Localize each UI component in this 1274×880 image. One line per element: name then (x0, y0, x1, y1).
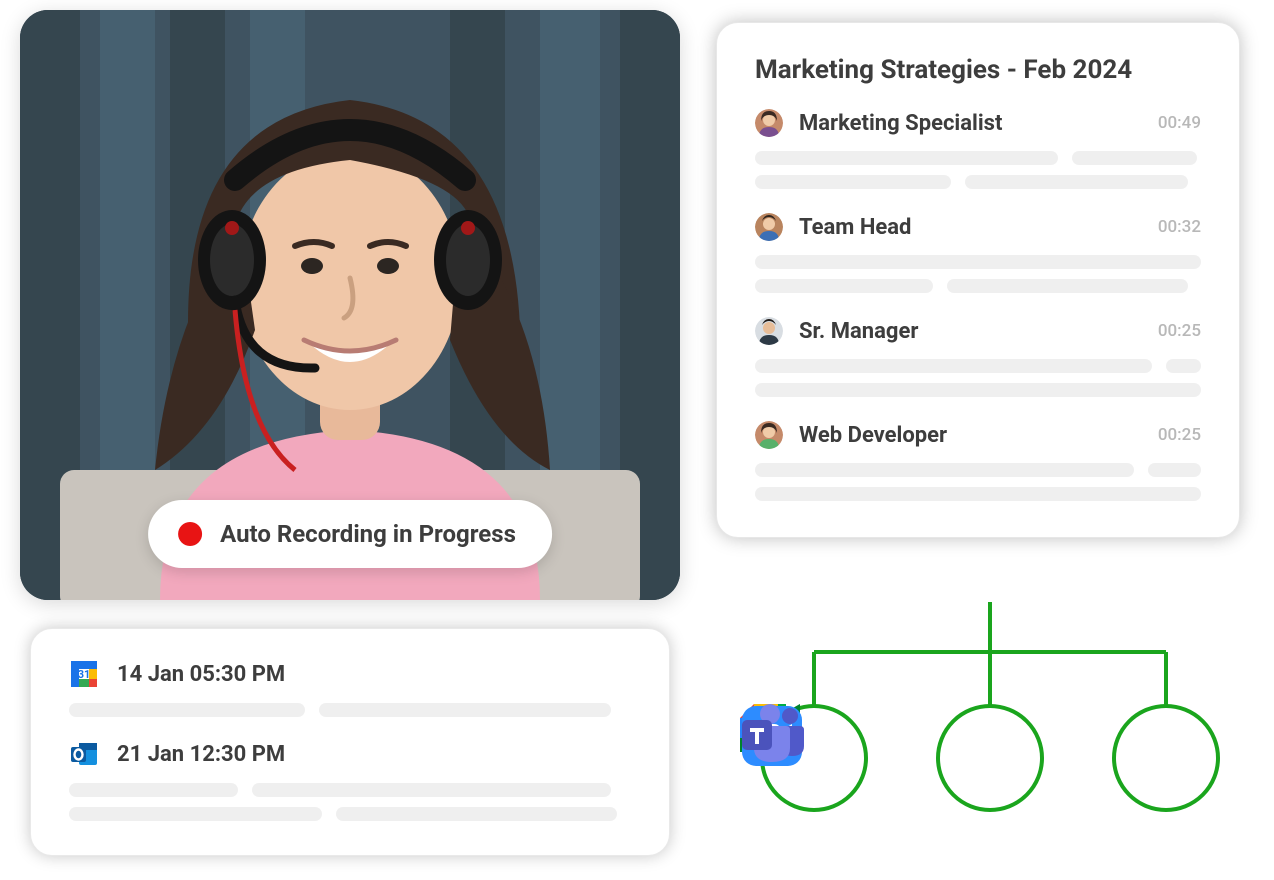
integration-connectors (740, 602, 1240, 872)
calendar-date: 21 Jan 12:30 PM (117, 742, 285, 767)
microsoft-teams-icon (740, 704, 806, 764)
transcript-item: Marketing Specialist 00:49 (755, 109, 1201, 189)
recording-dot-icon (178, 522, 202, 546)
avatar (755, 213, 783, 241)
transcript-item: Team Head 00:32 (755, 213, 1201, 293)
calendar-item: 31 14 Jan 05:30 PM (69, 659, 631, 717)
recording-indicator: Auto Recording in Progress (148, 500, 552, 568)
avatar (755, 109, 783, 137)
speaker-name: Marketing Specialist (799, 111, 1158, 136)
integration-ms-teams[interactable] (1112, 704, 1220, 812)
transcript-item: Web Developer 00:25 (755, 421, 1201, 501)
transcript-card: Marketing Strategies - Feb 2024 Marketin… (716, 22, 1240, 538)
integration-zoom[interactable] (936, 704, 1044, 812)
calendar-item: 21 Jan 12:30 PM (69, 739, 631, 821)
transcript-title: Marketing Strategies - Feb 2024 (755, 55, 1201, 85)
video-call-card: Auto Recording in Progress (20, 10, 680, 600)
speaker-name: Team Head (799, 215, 1158, 240)
recording-label: Auto Recording in Progress (220, 520, 516, 548)
outlook-icon (69, 739, 99, 769)
speaker-name: Sr. Manager (799, 319, 1158, 344)
avatar (755, 421, 783, 449)
calendar-card: 31 14 Jan 05:30 PM 21 Jan 12:30 PM (30, 628, 670, 856)
speaker-name: Web Developer (799, 423, 1158, 448)
google-calendar-icon: 31 (69, 659, 99, 689)
speaker-time: 00:49 (1158, 113, 1201, 133)
svg-text:31: 31 (78, 668, 91, 681)
avatar (755, 317, 783, 345)
calendar-date: 14 Jan 05:30 PM (117, 662, 285, 687)
transcript-item: Sr. Manager 00:25 (755, 317, 1201, 397)
speaker-time: 00:32 (1158, 217, 1201, 237)
speaker-time: 00:25 (1158, 321, 1201, 341)
speaker-time: 00:25 (1158, 425, 1201, 445)
